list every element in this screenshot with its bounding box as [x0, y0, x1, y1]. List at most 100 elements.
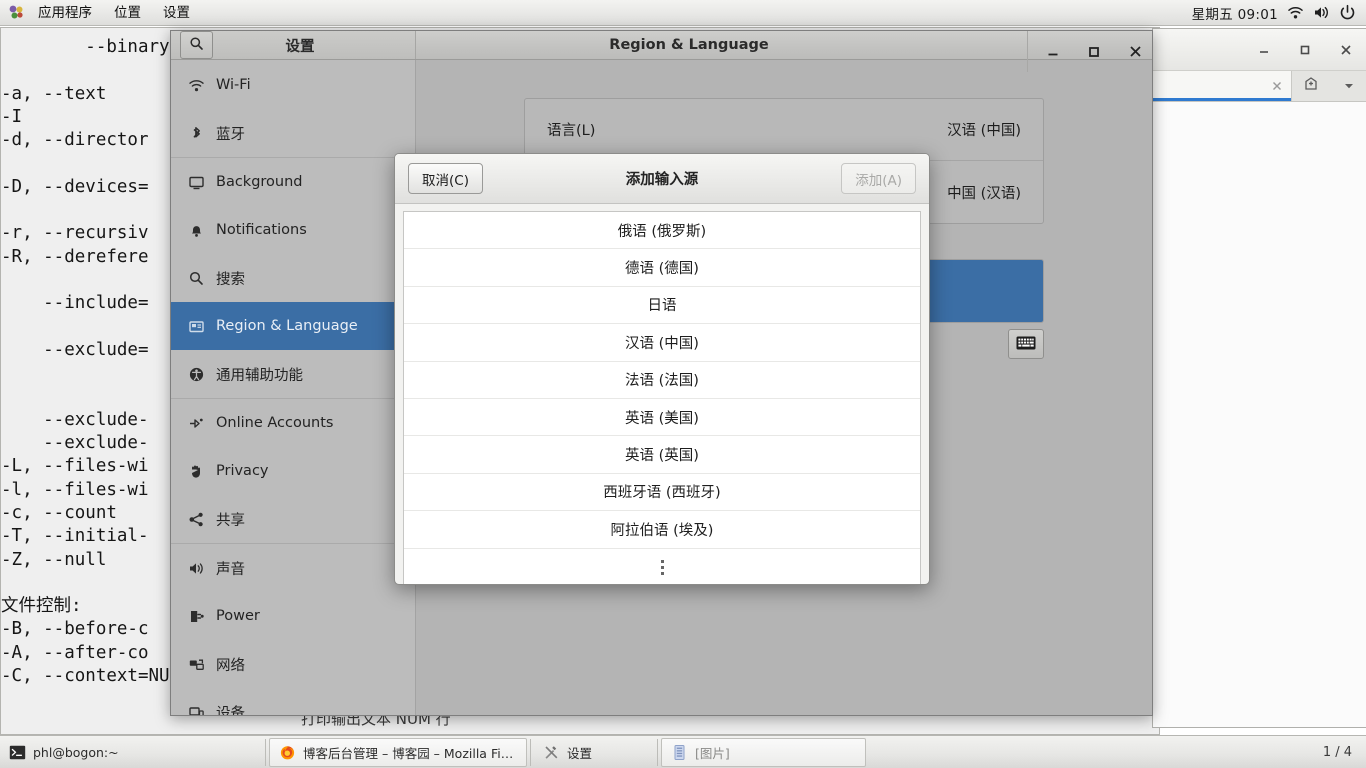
firefox-close-button[interactable]	[1334, 38, 1358, 62]
sidebar-item-label: Background	[216, 174, 303, 190]
sidebar-item-wifi[interactable]: Wi-Fi	[171, 61, 415, 109]
new-tab-icon[interactable]	[1303, 75, 1321, 97]
keyboard-icon	[1016, 335, 1036, 354]
sidebar-item-label: 设备	[216, 705, 245, 716]
firefox-minimize-button[interactable]	[1252, 38, 1276, 62]
dialog-header: 取消(C) 添加输入源 添加(A)	[395, 154, 929, 204]
panel-status-area: 星期五 09:01	[1192, 3, 1366, 23]
region-icon	[188, 318, 216, 335]
power-icon[interactable]	[1339, 4, 1356, 21]
firefox-window[interactable]	[1152, 28, 1366, 728]
dialog-title: 添加输入源	[625, 172, 699, 188]
taskbar-item-terminal[interactable]: phl@bogon:~	[0, 738, 262, 767]
language-row-label: 语言(L)	[547, 123, 596, 139]
sidebar-item-label: Privacy	[216, 463, 269, 479]
sidebar-item-privacy[interactable]: Privacy	[171, 447, 415, 495]
share-icon	[188, 511, 216, 528]
wifi-icon	[188, 77, 216, 94]
sidebar-item-label: Power	[216, 608, 260, 624]
search-icon	[188, 270, 216, 287]
sidebar: Wi-Fi 蓝牙 Background Notifications 搜索 Reg…	[171, 60, 416, 716]
language-row[interactable]: 语言(L) 汉语 (中国)	[525, 99, 1043, 161]
network-icon	[188, 656, 216, 673]
sidebar-item-notifications[interactable]: Notifications	[171, 206, 415, 254]
bluetooth-icon	[188, 125, 216, 142]
sidebar-item-search[interactable]: 搜索	[171, 254, 415, 302]
screen: 应用程序 位置 设置 星期五 09:01 --binary-f -a, --te…	[0, 0, 1366, 768]
sidebar-item-power[interactable]: Power	[171, 592, 415, 640]
taskbar-item-settings[interactable]: 设置	[534, 738, 654, 767]
sidebar-item-label: 声音	[216, 561, 245, 578]
top-panel: 应用程序 位置 设置 星期五 09:01	[0, 0, 1366, 26]
vertical-ellipsis-icon	[660, 559, 664, 575]
sidebar-item-sound[interactable]: 声音	[171, 544, 415, 592]
panel-menu-applications[interactable]: 应用程序	[27, 0, 103, 26]
taskbar: phl@bogon:~ 博客后台管理 – 博客园 – Mozilla Fi… 设…	[0, 735, 1366, 768]
settings-titlebar: 设置 Region & Language 登录屏幕(S)	[171, 31, 1152, 72]
taskbar-item-label: 博客后台管理 – 博客园 – Mozilla Fi…	[303, 745, 514, 761]
sidebar-item-online-accounts[interactable]: Online Accounts	[171, 399, 415, 447]
sidebar-item-region-and-language[interactable]: Region & Language	[171, 302, 415, 350]
wifi-icon[interactable]	[1287, 4, 1304, 21]
tab-list-chevron-down-icon[interactable]	[1343, 77, 1355, 96]
list-item[interactable]: 德语 (德国)	[404, 249, 920, 287]
list-item[interactable]: 俄语 (俄罗斯)	[404, 212, 920, 250]
terminal-icon	[9, 744, 26, 761]
add-input-source-dialog[interactable]: 取消(C) 添加输入源 添加(A) 俄语 (俄罗斯) 德语 (德国) 日语 汉语…	[394, 153, 930, 585]
bell-icon	[188, 222, 216, 239]
sidebar-item-devices[interactable]: 设备	[171, 688, 415, 716]
firefox-icon	[279, 744, 296, 761]
search-button[interactable]	[180, 31, 213, 59]
keyboard-layout-button[interactable]	[1008, 329, 1044, 359]
search-icon	[189, 36, 204, 55]
tab-close-icon[interactable]	[1271, 77, 1283, 96]
panel-menu: 应用程序 位置 设置	[27, 0, 201, 26]
list-item[interactable]: 英语 (英国)	[404, 436, 920, 474]
list-item[interactable]: 法语 (法国)	[404, 362, 920, 399]
terminal-output: --binary-f -a, --text -I -d, --director …	[1, 37, 191, 687]
login-screen-button[interactable]: 登录屏幕(S)	[1152, 37, 1153, 67]
firefox-tab-actions	[1292, 71, 1366, 101]
panel-menu-settings[interactable]: 设置	[152, 0, 201, 26]
panel-menu-places[interactable]: 位置	[103, 0, 152, 26]
taskbar-divider	[265, 738, 266, 766]
sidebar-item-label: Notifications	[216, 222, 307, 238]
taskbar-item-image[interactable]: [图片]	[661, 737, 866, 767]
volume-icon[interactable]	[1313, 4, 1330, 21]
monitor-icon	[188, 174, 216, 191]
list-item[interactable]: 阿拉伯语 (埃及)	[404, 511, 920, 549]
accessibility-icon	[188, 366, 216, 383]
tools-icon	[543, 744, 560, 761]
workspace-indicator[interactable]: 1 / 4	[1323, 745, 1366, 760]
system-logo	[0, 4, 27, 21]
taskbar-divider	[657, 738, 658, 766]
firefox-maximize-button[interactable]	[1293, 38, 1317, 62]
sidebar-item-label: Wi-Fi	[216, 77, 251, 93]
firefox-tab[interactable]	[1153, 71, 1292, 101]
sidebar-item-network[interactable]: 网络	[171, 640, 415, 688]
list-item[interactable]: 汉语 (中国)	[404, 324, 920, 362]
dialog-body: 俄语 (俄罗斯) 德语 (德国) 日语 汉语 (中国) 法语 (法国) 英语 (…	[395, 204, 929, 584]
list-item[interactable]: 西班牙语 (西班牙)	[404, 474, 920, 512]
hand-icon	[188, 463, 216, 480]
list-item[interactable]: 日语	[404, 287, 920, 325]
sidebar-item-label: Online Accounts	[216, 415, 334, 431]
language-list[interactable]: 俄语 (俄罗斯) 德语 (德国) 日语 汉语 (中国) 法语 (法国) 英语 (…	[403, 211, 921, 584]
settings-titlebar-right: Region & Language 登录屏幕(S)	[416, 31, 1152, 72]
formats-row-value: 中国 (汉语)	[947, 185, 1021, 202]
sidebar-item-label: 共享	[216, 512, 245, 529]
clock[interactable]: 星期五 09:01	[1192, 3, 1278, 23]
taskbar-item-firefox[interactable]: 博客后台管理 – 博客园 – Mozilla Fi…	[269, 737, 527, 767]
sidebar-item-background[interactable]: Background	[171, 158, 415, 206]
show-more-languages-row[interactable]	[404, 549, 920, 584]
language-row-value: 汉语 (中国)	[947, 123, 1021, 139]
sidebar-item-sharing[interactable]: 共享	[171, 495, 415, 543]
sidebar-item-label: Region & Language	[216, 318, 358, 334]
online-accounts-icon	[188, 415, 216, 432]
sidebar-item-label: 通用辅助功能	[216, 367, 303, 384]
sidebar-item-bluetooth[interactable]: 蓝牙	[171, 109, 415, 157]
firefox-tabbar	[1153, 71, 1366, 102]
list-item[interactable]: 英语 (美国)	[404, 399, 920, 437]
taskbar-item-label: 设置	[567, 745, 593, 761]
sidebar-item-universal-access[interactable]: 通用辅助功能	[171, 350, 415, 398]
